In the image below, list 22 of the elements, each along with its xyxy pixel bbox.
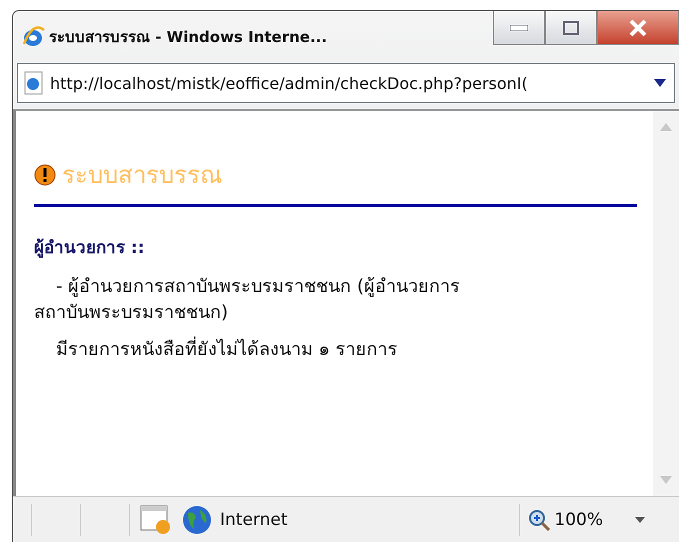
zoom-dropdown-icon[interactable] <box>635 517 645 523</box>
close-icon <box>628 18 648 36</box>
section-label: ผู้อำนวยการ :: <box>34 237 146 260</box>
zone-label: Internet <box>220 510 288 530</box>
position-text: - ผู้อำนวยการสถาบันพระบรมราชชนก (ผู้อำนวยการ สถาบันพระบรมราชชนก) <box>34 275 461 326</box>
maximize-button[interactable] <box>545 11 597 45</box>
dropdown-icon[interactable] <box>654 79 666 87</box>
popup-blocked-icon[interactable] <box>140 505 172 535</box>
maximize-icon <box>563 20 579 34</box>
zoom-icon <box>528 509 550 531</box>
zoom-button[interactable]: 100% <box>519 504 611 536</box>
address-field[interactable]: http://localhost/mistk/eoffice/admin/checkDoc.php?personI( <box>17 63 675 103</box>
close-button[interactable] <box>597 11 679 45</box>
browser-icon <box>21 25 45 49</box>
globe-icon <box>182 505 212 535</box>
window-title: ระบบสารบรรณ - Windows Interne... <box>49 27 328 48</box>
minimize-icon <box>510 24 528 30</box>
page-icon <box>24 71 44 95</box>
minimize-button[interactable] <box>493 11 545 45</box>
message-text: มีรายการหนังสือที่ยังไม่ได้ลงนาม ๑ รายการ <box>34 334 637 364</box>
page-heading: ระบบสารบรรณ <box>62 160 222 191</box>
warning-icon <box>34 164 56 186</box>
